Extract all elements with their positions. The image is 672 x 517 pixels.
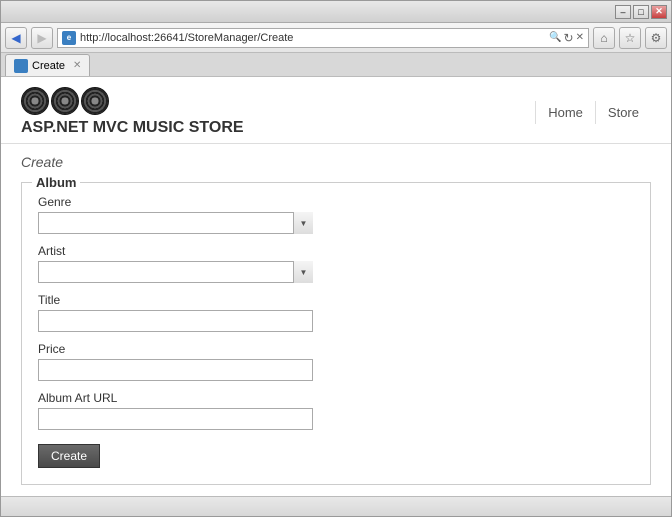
minimize-button[interactable]: – <box>615 5 631 19</box>
page-content: ASP.NET MVC MUSIC STORE Home Store Creat… <box>1 77 671 496</box>
vinyl-record-1 <box>21 87 49 115</box>
album-art-url-form-group: Album Art URL <box>38 391 634 430</box>
artist-select[interactable] <box>38 261 313 283</box>
active-tab[interactable]: Create ✕ <box>5 54 90 76</box>
artist-label: Artist <box>38 244 634 258</box>
title-label: Title <box>38 293 634 307</box>
title-bar-buttons: – □ ✕ <box>615 5 667 19</box>
logo-image <box>21 87 244 115</box>
create-button[interactable]: Create <box>38 444 100 468</box>
vinyl-record-3 <box>81 87 109 115</box>
address-actions: 🔍 ↻ ✕ <box>549 31 584 45</box>
artist-select-wrapper: ▼ <box>38 261 313 283</box>
site-header: ASP.NET MVC MUSIC STORE Home Store <box>1 77 671 144</box>
title-form-group: Title <box>38 293 634 332</box>
tab-favicon <box>14 59 28 73</box>
vinyl-record-2 <box>51 87 79 115</box>
browser-window: – □ ✕ ◀ ▶ e http://localhost:26641/Store… <box>0 0 672 517</box>
stop-icon[interactable]: ✕ <box>576 32 584 43</box>
maximize-button[interactable]: □ <box>633 5 649 19</box>
genre-form-group: Genre ▼ <box>38 195 634 234</box>
genre-select[interactable] <box>38 212 313 234</box>
album-art-url-label: Album Art URL <box>38 391 634 405</box>
genre-select-wrapper: ▼ <box>38 212 313 234</box>
title-bar: – □ ✕ <box>1 1 671 23</box>
address-input-wrapper[interactable]: e http://localhost:26641/StoreManager/Cr… <box>57 28 589 48</box>
nav-home-link[interactable]: Home <box>535 101 595 124</box>
forward-button[interactable]: ▶ <box>31 27 53 49</box>
page-title: Create <box>21 154 651 170</box>
genre-label: Genre <box>38 195 634 209</box>
settings-icon[interactable]: ⚙ <box>645 27 667 49</box>
status-bar <box>1 496 671 516</box>
album-art-url-input[interactable] <box>38 408 313 430</box>
price-input[interactable] <box>38 359 313 381</box>
address-bar: ◀ ▶ e http://localhost:26641/StoreManage… <box>1 23 671 53</box>
refresh-icon[interactable]: ↻ <box>564 31 574 45</box>
artist-form-group: Artist ▼ <box>38 244 634 283</box>
back-button[interactable]: ◀ <box>5 27 27 49</box>
tab-bar: Create ✕ <box>1 53 671 77</box>
title-input[interactable] <box>38 310 313 332</box>
tab-label: Create <box>32 60 65 72</box>
album-form-box: Album Genre ▼ Artist <box>21 182 651 485</box>
favorites-icon[interactable]: ☆ <box>619 27 641 49</box>
search-icon: 🔍 <box>549 32 561 43</box>
site-title: ASP.NET MVC MUSIC STORE <box>21 119 244 137</box>
site-logo: ASP.NET MVC MUSIC STORE <box>21 87 244 137</box>
tab-close-button[interactable]: ✕ <box>73 60 81 71</box>
home-icon[interactable]: ⌂ <box>593 27 615 49</box>
address-text: http://localhost:26641/StoreManager/Crea… <box>80 32 545 44</box>
ie-icon: e <box>62 31 76 45</box>
price-form-group: Price <box>38 342 634 381</box>
main-content: Create Album Genre ▼ Artist <box>1 144 671 496</box>
site-nav: Home Store <box>535 101 651 124</box>
nav-store-link[interactable]: Store <box>595 101 651 124</box>
price-label: Price <box>38 342 634 356</box>
close-button[interactable]: ✕ <box>651 5 667 19</box>
album-box-title: Album <box>32 175 80 190</box>
